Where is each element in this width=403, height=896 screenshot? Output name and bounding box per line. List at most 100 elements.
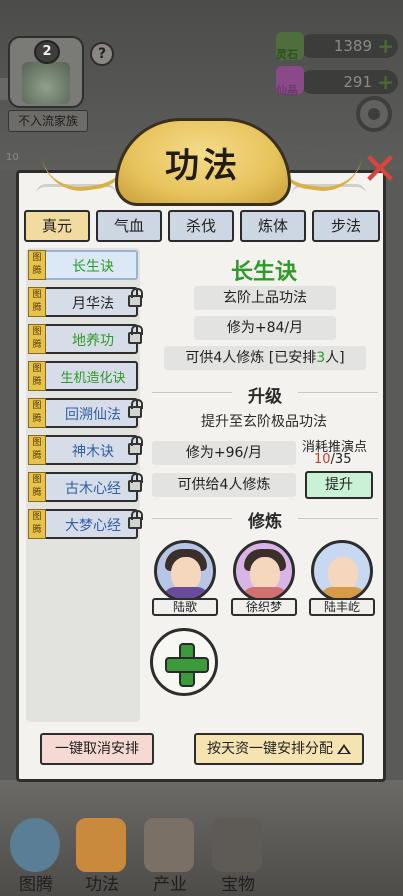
sect-emblem-icon bbox=[22, 62, 70, 104]
treasure-icon bbox=[212, 818, 262, 872]
tab-lianti[interactable]: 炼体 bbox=[240, 210, 306, 242]
disciple-avatar bbox=[154, 540, 216, 602]
technique-list: 图腾 长生诀 图腾 月华法 图腾 地养功 图腾 生机造化诀 图腾 回溯仙法 图腾… bbox=[26, 248, 143, 722]
nav-label: 图腾 bbox=[19, 875, 53, 895]
tab-bufa[interactable]: 步法 bbox=[312, 210, 380, 242]
capacity-suffix: 人] bbox=[325, 350, 345, 366]
lock-icon bbox=[128, 473, 143, 492]
disciple-avatar bbox=[311, 540, 373, 602]
auto-assign-button[interactable]: 按天资一键安排分配 bbox=[194, 733, 364, 765]
upgrade-title: 升级 bbox=[248, 387, 282, 407]
technique-name: 古木心经 bbox=[65, 481, 121, 497]
immortal-crystal-bar: 291 + bbox=[300, 70, 398, 94]
partial-number: 10 bbox=[6, 152, 19, 163]
capacity-prefix: 可供4人修炼 [已安排 bbox=[185, 350, 317, 366]
divider bbox=[298, 392, 378, 393]
practice-title: 修炼 bbox=[248, 512, 282, 532]
face-shape bbox=[328, 557, 358, 591]
technique-name: 回溯仙法 bbox=[65, 407, 121, 423]
nav-label: 产业 bbox=[153, 875, 187, 895]
technique-icon bbox=[76, 818, 126, 872]
list-item[interactable]: 图腾 回溯仙法 bbox=[28, 398, 143, 428]
totem-tag: 图腾 bbox=[28, 287, 46, 317]
totem-tag: 图腾 bbox=[28, 361, 46, 391]
spirit-stone-add-button[interactable]: + bbox=[377, 34, 394, 58]
help-button[interactable]: ? bbox=[90, 42, 114, 66]
cancel-all-button[interactable]: 一键取消安排 bbox=[40, 733, 154, 765]
lock-icon bbox=[128, 436, 143, 455]
cost-current: 10 bbox=[314, 452, 331, 467]
totem-tag: 图腾 bbox=[28, 250, 46, 280]
technique-name: 生机造化诀 bbox=[60, 371, 126, 386]
totem-tag: 图腾 bbox=[28, 509, 46, 539]
upgrade-cost: 10/35 bbox=[314, 452, 351, 467]
list-item[interactable]: 图腾 地养功 bbox=[28, 324, 143, 354]
immortal-crystal-label: 仙晶 bbox=[276, 84, 298, 97]
spirit-stone-label: 灵石 bbox=[276, 48, 298, 61]
disciple-card[interactable]: 陆歌 bbox=[150, 540, 220, 616]
cost-total: /35 bbox=[330, 452, 352, 467]
technique-grade: 玄阶上品功法 bbox=[194, 286, 336, 310]
totem-icon bbox=[10, 818, 60, 872]
immortal-crystal-add-button[interactable]: + bbox=[377, 70, 394, 94]
disciple-card[interactable]: 陆丰屹 bbox=[307, 540, 377, 616]
nav-label: 功法 bbox=[85, 875, 119, 895]
sect-name-label: 不入流家族 bbox=[8, 110, 88, 132]
technique-name: 月华法 bbox=[72, 296, 114, 312]
divider bbox=[152, 518, 232, 519]
divider bbox=[152, 392, 232, 393]
industry-icon bbox=[144, 818, 194, 872]
nav-treasure[interactable]: 宝物 bbox=[202, 812, 274, 896]
tab-zhenyuan[interactable]: 真元 bbox=[24, 210, 90, 242]
lock-icon bbox=[128, 510, 143, 529]
upgrade-cultivation: 修为+96/月 bbox=[152, 441, 296, 465]
category-tabs: 真元 气血 杀伐 炼体 步法 bbox=[24, 210, 382, 242]
technique-name: 神木诀 bbox=[72, 444, 114, 460]
technique-capacity: 可供4人修炼 [已安排3人] bbox=[164, 346, 366, 370]
face-shape bbox=[250, 557, 280, 591]
disciple-avatar bbox=[233, 540, 295, 602]
spirit-stone-value: 1389 bbox=[333, 37, 372, 55]
tab-qixue[interactable]: 气血 bbox=[96, 210, 162, 242]
tab-shafa[interactable]: 杀伐 bbox=[168, 210, 234, 242]
nav-industry[interactable]: 产业 bbox=[134, 812, 206, 896]
capacity-count: 3 bbox=[316, 350, 326, 366]
lock-icon bbox=[128, 399, 143, 418]
close-button[interactable]: ✕ bbox=[358, 148, 402, 192]
list-item[interactable]: 图腾 大梦心经 bbox=[28, 509, 143, 539]
totem-tag: 图腾 bbox=[28, 435, 46, 465]
auto-assign-label: 按天资一键安排分配 bbox=[207, 741, 333, 757]
nav-technique[interactable]: 功法 bbox=[66, 812, 138, 896]
technique-cultivation: 修为+84/月 bbox=[194, 316, 336, 340]
triangle-up-icon bbox=[337, 744, 351, 754]
list-item[interactable]: 图腾 生机造化诀 bbox=[28, 361, 138, 391]
sect-level-badge: 2 bbox=[34, 40, 60, 64]
list-item[interactable]: 图腾 月华法 bbox=[28, 287, 143, 317]
selected-technique-name: 长生诀 bbox=[230, 260, 297, 285]
upgrade-target: 提升至玄阶极品功法 bbox=[201, 414, 327, 430]
list-item[interactable]: 图腾 长生诀 bbox=[28, 250, 138, 280]
nav-label: 宝物 bbox=[221, 875, 255, 895]
divider bbox=[298, 518, 378, 519]
technique-name: 大梦心经 bbox=[65, 518, 121, 534]
disciple-name: 陆丰屹 bbox=[309, 598, 375, 616]
disciple-card[interactable]: 徐织梦 bbox=[229, 540, 299, 616]
immortal-crystal-value: 291 bbox=[343, 73, 372, 91]
panel-title: 功法 bbox=[165, 146, 241, 186]
upgrade-button[interactable]: 提升 bbox=[305, 471, 373, 499]
add-disciple-button[interactable] bbox=[150, 628, 218, 696]
list-item[interactable]: 图腾 古木心经 bbox=[28, 472, 143, 502]
settings-gear-icon[interactable] bbox=[356, 96, 392, 132]
nav-totem[interactable]: 图腾 bbox=[0, 812, 72, 896]
spirit-stone-bar: 1389 + bbox=[300, 34, 398, 58]
technique-name: 长生诀 bbox=[72, 259, 114, 275]
lock-icon bbox=[128, 288, 143, 307]
disciple-name: 徐织梦 bbox=[231, 598, 297, 616]
totem-tag: 图腾 bbox=[28, 472, 46, 502]
upgrade-capacity: 可供给4人修炼 bbox=[152, 473, 296, 497]
technique-name: 地养功 bbox=[72, 333, 114, 349]
totem-tag: 图腾 bbox=[28, 324, 46, 354]
list-item[interactable]: 图腾 神木诀 bbox=[28, 435, 143, 465]
face-shape bbox=[171, 557, 201, 591]
totem-tag: 图腾 bbox=[28, 398, 46, 428]
